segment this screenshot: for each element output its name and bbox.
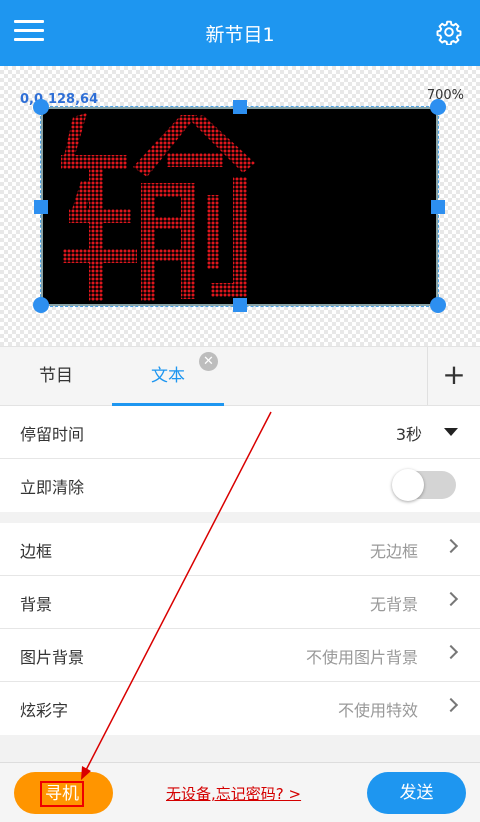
led-screen-area[interactable]	[40, 106, 439, 307]
effects-settings-group: 边框 无边框 背景 无背景 图片背景 不使用图片背景 炫彩字 不使用特效	[0, 523, 480, 735]
led-preview-canvas[interactable]: 0,0,128,64 700%	[0, 66, 480, 346]
dwell-time-label: 停留时间	[20, 425, 85, 444]
find-device-label: 寻机	[40, 781, 84, 807]
resize-handle-bottom-right[interactable]	[430, 297, 446, 313]
close-icon[interactable]: ✕	[199, 352, 218, 371]
chevron-right-icon	[443, 697, 459, 713]
image-background-row[interactable]: 图片背景 不使用图片背景	[0, 629, 480, 682]
clear-immediately-label: 立即清除	[20, 478, 85, 497]
colorful-text-value: 不使用特效	[337, 701, 418, 720]
image-background-label: 图片背景	[20, 648, 85, 667]
clear-immediately-row: 立即清除	[0, 459, 480, 512]
dwell-time-value: 3秒	[395, 425, 422, 444]
clear-immediately-toggle[interactable]	[392, 469, 456, 501]
chevron-right-icon	[443, 538, 459, 554]
send-button[interactable]: 发送	[367, 772, 466, 814]
toggle-knob	[392, 469, 424, 501]
chevron-right-icon	[443, 591, 459, 607]
border-value: 无边框	[369, 542, 418, 561]
bottom-action-bar: 寻机 无设备,忘记密码? > 发送	[0, 762, 480, 822]
resize-handle-top-right[interactable]	[430, 99, 446, 115]
resize-handle-left[interactable]	[34, 200, 48, 214]
dwell-time-row[interactable]: 停留时间 3秒	[0, 406, 480, 459]
dropdown-arrow-icon[interactable]	[444, 428, 458, 436]
text-settings-group: 停留时间 3秒 立即清除	[0, 406, 480, 512]
resize-handle-top-left[interactable]	[33, 99, 49, 115]
background-label: 背景	[20, 595, 53, 614]
app-screen: 新节目1 0,0,128,64 700% 节目 文本 ✕ + 停留时间 3秒 立…	[0, 0, 480, 822]
background-value: 无背景	[369, 595, 418, 614]
add-icon[interactable]: +	[427, 347, 480, 405]
colorful-text-row[interactable]: 炫彩字 不使用特效	[0, 682, 480, 735]
resize-handle-top[interactable]	[233, 100, 247, 114]
page-title: 新节目1	[205, 24, 275, 46]
resize-handle-bottom[interactable]	[233, 298, 247, 312]
resize-handle-right[interactable]	[431, 200, 445, 214]
border-row[interactable]: 边框 无边框	[0, 523, 480, 576]
find-device-button[interactable]: 寻机	[14, 772, 113, 814]
border-label: 边框	[20, 542, 53, 561]
no-device-help-link[interactable]: 无设备,忘记密码? >	[166, 783, 301, 804]
coordinates-label: 0,0,128,64	[20, 92, 99, 107]
resize-handle-bottom-left[interactable]	[33, 297, 49, 313]
gear-icon[interactable]	[436, 19, 462, 45]
chevron-right-icon	[443, 644, 459, 660]
led-text-display	[61, 113, 255, 301]
background-row[interactable]: 背景 无背景	[0, 576, 480, 629]
image-background-value: 不使用图片背景	[305, 648, 418, 667]
tab-bar: 节目 文本 ✕ +	[0, 346, 480, 406]
top-app-bar: 新节目1	[0, 0, 480, 66]
tab-program[interactable]: 节目	[0, 347, 112, 405]
colorful-text-label: 炫彩字	[20, 701, 69, 720]
